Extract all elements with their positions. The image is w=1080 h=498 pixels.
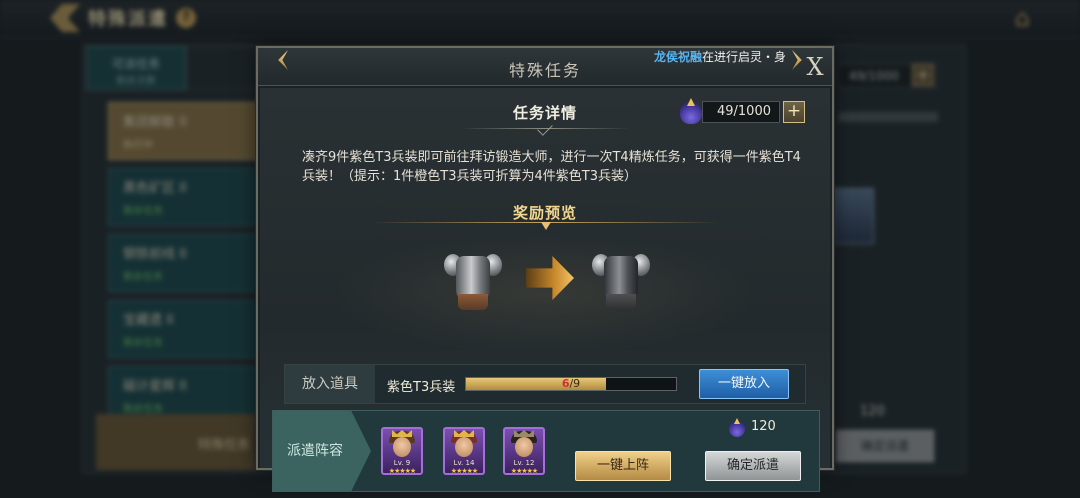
hero-level: Lv. 14 <box>453 459 475 467</box>
hero-level: Lv. 12 <box>513 459 535 467</box>
close-button[interactable]: X <box>802 52 828 82</box>
chevron-down-icon <box>541 222 551 230</box>
add-stamina-button[interactable]: + <box>783 101 805 123</box>
hero-slot[interactable]: Lv. 12 ★★★★★ <box>503 427 545 475</box>
confirm-dispatch-button[interactable]: 确定派遣 <box>705 451 801 481</box>
progress-text: 6/9 <box>466 377 676 391</box>
potion-icon <box>729 421 745 437</box>
hero-stars: ★★★★★ <box>388 467 416 475</box>
task-description: 凑齐9件紫色T3兵装即可前往拜访锻造大师，进行一次T4精炼任务，可获得一件紫色T… <box>302 150 801 184</box>
item-row-label: 放入道具 <box>285 365 375 403</box>
stamina-counter: 49/1000 <box>702 101 780 123</box>
armor-t4-icon[interactable] <box>592 248 650 314</box>
broadcast-ticker: 龙侯祝融在进行启灵・身 <box>654 48 792 66</box>
armor-t3-icon[interactable] <box>444 248 502 314</box>
hero-level: Lv. 9 <box>393 459 411 467</box>
dispatch-cost: 120 <box>751 419 776 434</box>
hero-stars: ★★★★★ <box>510 467 538 475</box>
auto-deploy-button[interactable]: 一键上阵 <box>575 451 671 481</box>
dialog-body: 任务详情 49/1000 + 凑齐9件紫色T3兵装即可前往拜访锻造大师，进行一次… <box>260 88 830 492</box>
dispatch-lineup: 派遣阵容 Lv. 9 ★★★★★ Lv. 14 ★★★★★ Lv. 12 ★★★… <box>272 410 820 492</box>
reward-backdrop <box>330 234 760 354</box>
ticker-message: 在进行启灵・身 <box>702 50 787 64</box>
item-progress-bar: 6/9 <box>465 377 677 391</box>
special-task-dialog: 特殊任务 龙侯祝融在进行启灵・身 X 任务详情 49/1000 + 凑齐9件紫色… <box>256 46 834 492</box>
hero-slot[interactable]: Lv. 14 ★★★★★ <box>443 427 485 475</box>
reward-title: 奖励预览 <box>512 204 577 222</box>
item-name: 紫色T3兵装 <box>387 380 456 395</box>
ticker-player-name: 龙侯祝融 <box>654 50 703 64</box>
hero-slot[interactable]: Lv. 9 ★★★★★ <box>381 427 423 475</box>
dispatch-label: 派遣阵容 <box>273 411 371 491</box>
potion-icon <box>680 102 702 124</box>
progress-total: /9 <box>569 377 581 390</box>
dialog-header: 特殊任务 龙侯祝融在进行启灵・身 X <box>258 48 832 86</box>
item-deposit-row: 放入道具 紫色T3兵装 6/9 一键放入 <box>284 364 806 404</box>
hero-stars: ★★★★★ <box>450 467 478 475</box>
deposit-all-button[interactable]: 一键放入 <box>699 369 789 399</box>
